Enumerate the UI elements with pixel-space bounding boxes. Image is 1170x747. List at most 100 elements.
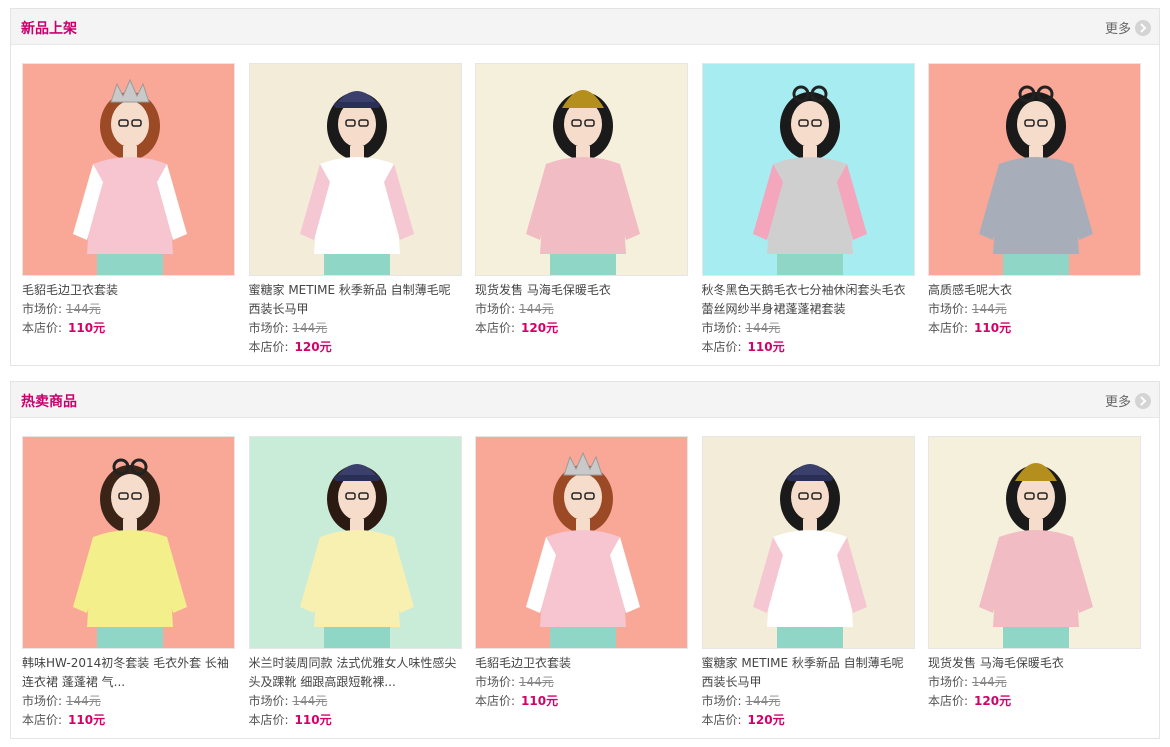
market-price-label: 市场价: xyxy=(22,694,63,708)
market-price-row: 市场价: 144元 xyxy=(928,673,1141,692)
store-price-row: 本店价: 110元 xyxy=(249,711,462,730)
store-price-label: 本店价: xyxy=(928,321,969,335)
product-image[interactable] xyxy=(701,436,915,649)
store-price: 110元 xyxy=(974,321,1012,335)
market-price-row: 市场价: 144元 xyxy=(22,692,235,711)
market-price-row: 市场价: 144元 xyxy=(702,692,915,711)
store-price-row: 本店价: 120元 xyxy=(702,711,915,730)
product-card[interactable]: 秋冬黑色天鹅毛衣七分袖休闲套头毛衣蕾丝网纱半身裙蓬蓬裙套装 市场价: 144元 本店… xyxy=(701,63,915,357)
store-price: 110元 xyxy=(747,340,785,354)
more-link[interactable]: 更多 xyxy=(1105,18,1151,37)
market-price-row: 市场价: 144元 xyxy=(475,673,688,692)
chevron-right-icon xyxy=(1135,392,1151,409)
market-price: 144元 xyxy=(971,675,1007,689)
product-name[interactable]: 高质感毛呢大衣 xyxy=(928,281,1141,300)
store-price-row: 本店价: 120元 xyxy=(475,319,688,338)
market-price: 144元 xyxy=(292,694,328,708)
product-image[interactable] xyxy=(22,436,235,649)
product-image[interactable] xyxy=(248,436,462,649)
store-price: 120元 xyxy=(974,694,1012,708)
store-price: 120元 xyxy=(294,340,332,354)
store-price-row: 本店价: 110元 xyxy=(702,338,915,357)
store-price: 120元 xyxy=(747,713,785,727)
store-price-label: 本店价: xyxy=(22,713,63,727)
product-image[interactable] xyxy=(928,63,1141,276)
market-price: 144元 xyxy=(518,675,554,689)
store-price-label: 本店价: xyxy=(701,713,742,727)
store-price-row: 本店价: 120元 xyxy=(249,338,462,357)
store-price: 120元 xyxy=(521,321,559,335)
product-card[interactable]: 蜜糖家 METIME 秋季新品 自制薄毛呢西装长马甲 市场价: 144元 本店价: 1… xyxy=(701,436,915,730)
product-card[interactable]: 蜜糖家 METIME 秋季新品 自制薄毛呢西装长马甲 市场价: 144元 本店价: 1… xyxy=(248,63,462,357)
product-name[interactable]: 毛貂毛边卫衣套装 xyxy=(22,281,235,300)
product-name[interactable]: 米兰时装周同款 法式优雅女人味性感尖头及踝靴 细跟高跟短靴裸... xyxy=(249,654,462,692)
product-card[interactable]: 毛貂毛边卫衣套装 市场价: 144元 本店价: 110元 xyxy=(22,63,235,357)
store-price-label: 本店价: xyxy=(475,694,516,708)
store-price-row: 本店价: 110元 xyxy=(22,319,235,338)
store-price-row: 本店价: 110元 xyxy=(22,711,235,730)
market-price-row: 市场价: 144元 xyxy=(249,319,462,338)
market-price: 144元 xyxy=(65,694,101,708)
product-grid: 毛貂毛边卫衣套装 市场价: 144元 本店价: 110元 蜜糖家 METIME 秋季新品… xyxy=(22,63,1155,357)
market-price-row: 市场价: 144元 xyxy=(928,300,1141,319)
product-card[interactable]: 现货发售 马海毛保暖毛衣 市场价: 144元 本店价: 120元 xyxy=(928,436,1141,730)
more-link[interactable]: 更多 xyxy=(1105,391,1151,410)
product-name[interactable]: 现货发售 马海毛保暖毛衣 xyxy=(928,654,1141,673)
market-price-label: 市场价: xyxy=(22,302,63,316)
store-price-label: 本店价: xyxy=(248,340,289,354)
chevron-right-icon xyxy=(1135,19,1151,36)
product-image[interactable] xyxy=(248,63,462,276)
market-price-row: 市场价: 144元 xyxy=(249,692,462,711)
market-price-label: 市场价: xyxy=(475,302,516,316)
market-price: 144元 xyxy=(65,302,101,316)
market-price: 144元 xyxy=(745,321,781,335)
store-price: 110元 xyxy=(521,694,559,708)
market-price-row: 市场价: 144元 xyxy=(475,300,688,319)
store-price: 110元 xyxy=(68,321,106,335)
section-title: 新品上架 xyxy=(21,21,77,37)
product-image[interactable] xyxy=(701,63,915,276)
product-name[interactable]: 现货发售 马海毛保暖毛衣 xyxy=(475,281,688,300)
market-price-label: 市场价: xyxy=(248,321,289,335)
store-price-label: 本店价: xyxy=(475,321,516,335)
product-name[interactable]: 蜜糖家 METIME 秋季新品 自制薄毛呢西装长马甲 xyxy=(249,281,462,319)
market-price-row: 市场价: 144元 xyxy=(702,319,915,338)
market-price: 144元 xyxy=(745,694,781,708)
market-price-label: 市场价: xyxy=(248,694,289,708)
product-image[interactable] xyxy=(475,63,688,276)
store-price-label: 本店价: xyxy=(928,694,969,708)
new-arrivals-section: 新品上架 更多 毛貂毛边卫衣套装 市场价: 144元 本店价: 110元 蜜糖家 MET… xyxy=(10,8,1160,366)
product-card[interactable]: 毛貂毛边卫衣套装 市场价: 144元 本店价: 110元 xyxy=(475,436,688,730)
product-card[interactable]: 米兰时装周同款 法式优雅女人味性感尖头及踝靴 细跟高跟短靴裸... 市场价: 14… xyxy=(248,436,462,730)
hot-sales-section: 热卖商品 更多 韩味HW-2014初冬套装 毛衣外套 长袖连衣裙 蓬蓬裙 气..… xyxy=(10,381,1160,739)
market-price-label: 市场价: xyxy=(928,675,969,689)
section-header: 热卖商品 更多 xyxy=(11,382,1159,418)
market-price-label: 市场价: xyxy=(701,321,742,335)
more-label: 更多 xyxy=(1104,22,1131,37)
product-name[interactable]: 毛貂毛边卫衣套装 xyxy=(475,654,688,673)
product-name[interactable]: 蜜糖家 METIME 秋季新品 自制薄毛呢西装长马甲 xyxy=(702,654,915,692)
market-price: 144元 xyxy=(971,302,1007,316)
product-card[interactable]: 韩味HW-2014初冬套装 毛衣外套 长袖连衣裙 蓬蓬裙 气... 市场价: 14… xyxy=(22,436,235,730)
market-price-row: 市场价: 144元 xyxy=(22,300,235,319)
market-price: 144元 xyxy=(292,321,328,335)
product-name[interactable]: 韩味HW-2014初冬套装 毛衣外套 长袖连衣裙 蓬蓬裙 气... xyxy=(22,654,235,692)
store-price-label: 本店价: xyxy=(22,321,63,335)
product-image[interactable] xyxy=(22,63,235,276)
section-title: 热卖商品 xyxy=(21,394,77,410)
product-name[interactable]: 秋冬黑色天鹅毛衣七分袖休闲套头毛衣蕾丝网纱半身裙蓬蓬裙套装 xyxy=(702,281,915,319)
store-price-row: 本店价: 110元 xyxy=(475,692,688,711)
store-price-row: 本店价: 110元 xyxy=(928,319,1141,338)
market-price-label: 市场价: xyxy=(928,302,969,316)
product-card[interactable]: 高质感毛呢大衣 市场价: 144元 本店价: 110元 xyxy=(928,63,1141,357)
market-price-label: 市场价: xyxy=(475,675,516,689)
more-label: 更多 xyxy=(1104,395,1131,410)
product-grid: 韩味HW-2014初冬套装 毛衣外套 长袖连衣裙 蓬蓬裙 气... 市场价: 14… xyxy=(22,436,1155,730)
market-price-label: 市场价: xyxy=(701,694,742,708)
section-header: 新品上架 更多 xyxy=(11,9,1159,45)
store-price: 110元 xyxy=(294,713,332,727)
product-card[interactable]: 现货发售 马海毛保暖毛衣 市场价: 144元本店价: 120元 xyxy=(475,63,688,357)
store-price-label: 本店价: xyxy=(248,713,289,727)
product-image[interactable] xyxy=(928,436,1141,649)
product-image[interactable] xyxy=(475,436,688,649)
